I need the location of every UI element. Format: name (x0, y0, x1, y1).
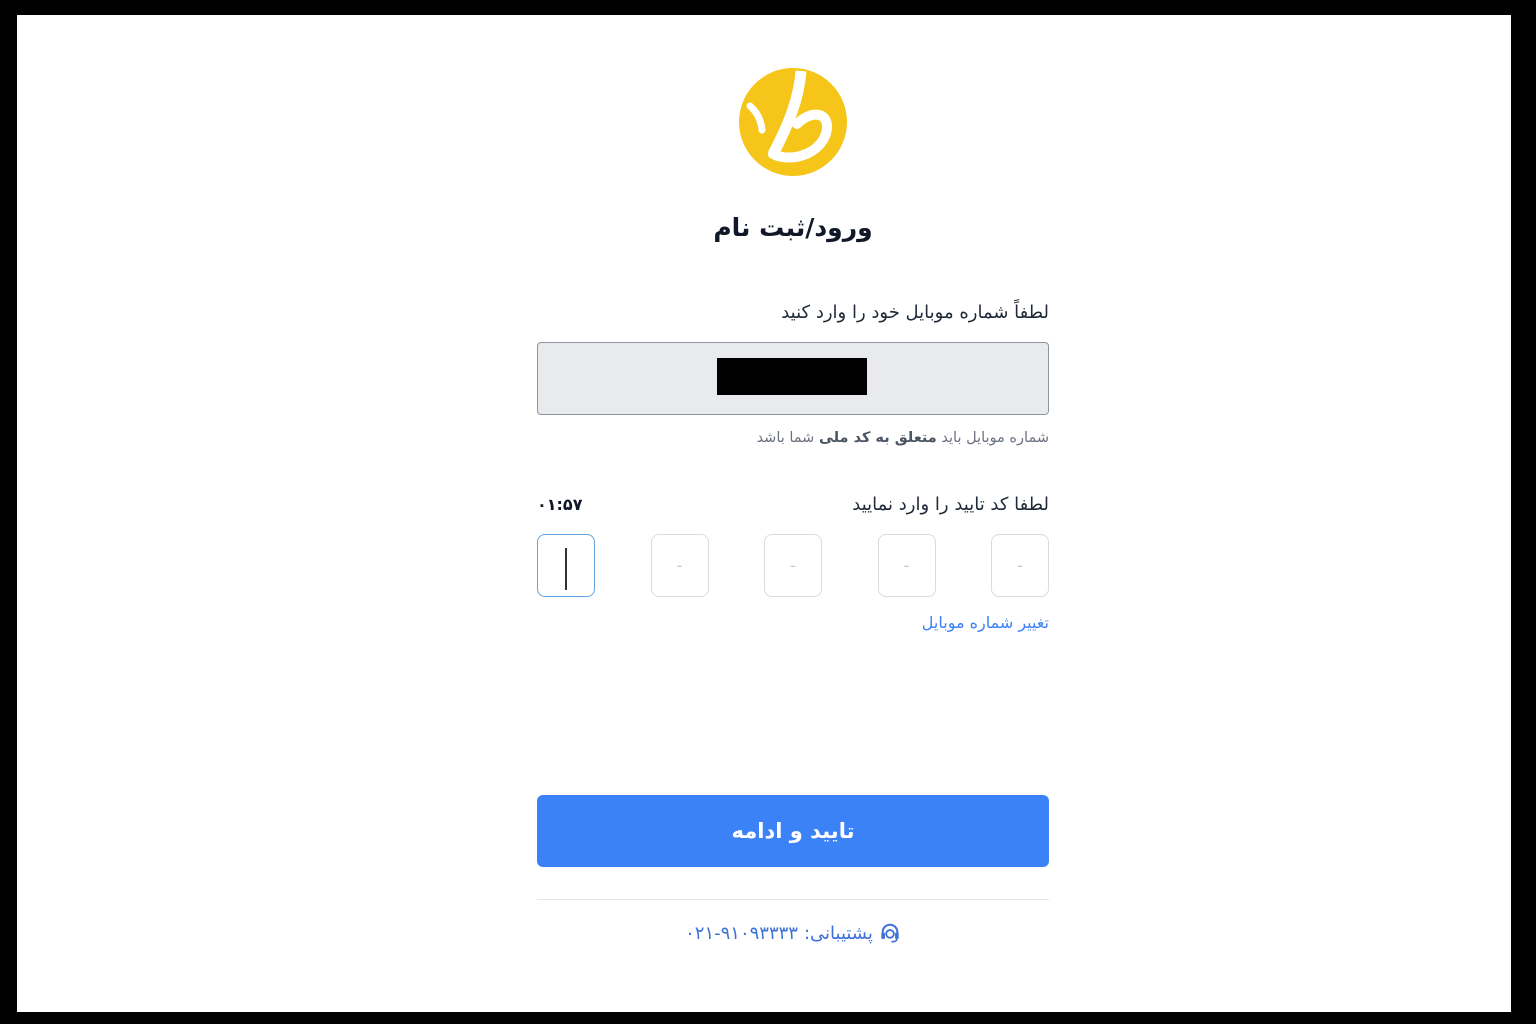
otp-digit-input[interactable] (764, 534, 822, 597)
redaction-box (717, 358, 867, 395)
page-title: ورود/ثبت نام (713, 213, 873, 242)
headset-icon (879, 922, 901, 944)
phone-hint-prefix: شماره موبایل باید (941, 430, 1049, 446)
logo-icon (739, 68, 847, 176)
otp-digit-cell[interactable] (764, 534, 822, 597)
otp-digit-cell[interactable] (537, 534, 595, 597)
otp-inputs (537, 534, 1049, 597)
otp-timer: ۰۱:۵۷ (537, 495, 583, 514)
change-number-link[interactable]: تغییر شماره موبایل (922, 613, 1049, 632)
divider (537, 899, 1049, 900)
confirm-continue-button[interactable]: تایید و ادامه (537, 795, 1049, 867)
phone-label: لطفاً شماره موبایل خود را وارد کنید (781, 302, 1049, 323)
text-caret (565, 548, 567, 590)
otp-digit-cell[interactable] (877, 534, 936, 597)
phone-hint: شماره موبایل باید متعلق به کد ملی شما با… (537, 427, 1049, 449)
change-number-row: تغییر شماره موبایل (537, 611, 1049, 635)
otp-digit-input[interactable] (650, 534, 709, 597)
support-row: پشتیبانی: ۰۲۱-۹۱۰۹۳۳۳۳ (537, 918, 1049, 948)
otp-digit-cell[interactable] (991, 534, 1049, 597)
phone-hint-suffix: شما باشد (756, 430, 815, 446)
otp-digit-cell[interactable] (650, 534, 709, 597)
otp-digit-input[interactable] (991, 534, 1049, 597)
otp-digit-input[interactable] (877, 534, 936, 597)
phone-hint-bold: متعلق به کد ملی (818, 430, 937, 446)
otp-label: لطفا کد تایید را وارد نمایید (852, 494, 1049, 515)
support-phone-link[interactable]: ۰۲۱-۹۱۰۹۳۳۳۳ (685, 923, 798, 944)
support-label: پشتیبانی: (803, 922, 873, 944)
